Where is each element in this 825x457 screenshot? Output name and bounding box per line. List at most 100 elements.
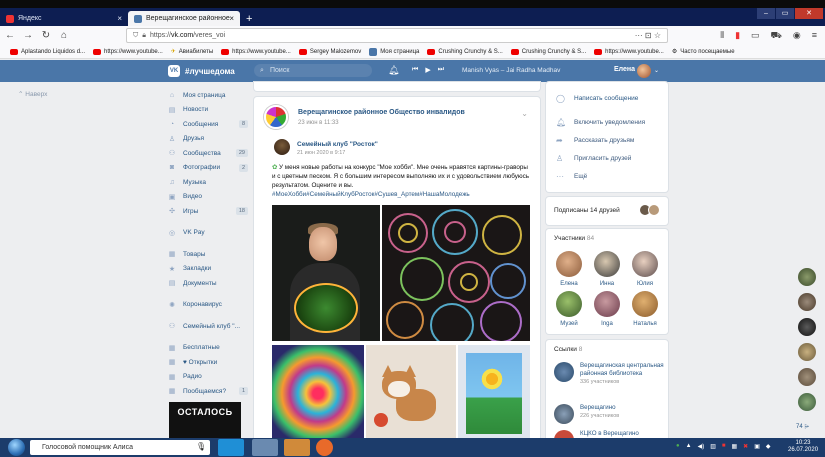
- post-hashtags[interactable]: #МоеХобби#СемейныйКлубРосток#Сушев_Артем…: [272, 191, 470, 198]
- url-bar[interactable]: ⛉ 🔒︎ https://vk.com/veres_voi ··· ⊡ ☆: [126, 28, 668, 43]
- avatar[interactable]: [798, 293, 816, 311]
- sidebar-item-chat-app[interactable]: ▦ Пообщаемся? 1: [168, 384, 248, 399]
- member-item[interactable]: Елена: [552, 251, 586, 287]
- sidebar-item-cards[interactable]: ▦ ♥ Открытки: [168, 355, 248, 370]
- links-title[interactable]: Ссылки 8: [554, 346, 582, 353]
- bookmark-item[interactable]: Sergey Malozemov: [298, 48, 361, 55]
- members-title[interactable]: Участники 84: [554, 235, 594, 242]
- photo-scratch-art-roses[interactable]: [382, 205, 530, 341]
- close-window-button[interactable]: ✕: [795, 8, 823, 19]
- sidebar-item-communities[interactable]: ⚇ Сообщества 29: [168, 146, 248, 161]
- tray-icon[interactable]: ✖: [743, 443, 748, 450]
- member-item[interactable]: Инна: [590, 251, 624, 287]
- tab-close-icon[interactable]: ×: [117, 14, 122, 23]
- minimize-button[interactable]: –: [757, 8, 775, 19]
- tab-yandex[interactable]: Яндекс ×: [0, 11, 128, 26]
- member-item[interactable]: Юлия: [628, 251, 662, 287]
- photo-kitten-sand-art[interactable]: [366, 345, 456, 442]
- sidebar-item-bookmarks[interactable]: ★ Закладки: [168, 262, 248, 277]
- play-icon[interactable]: ▶: [425, 66, 430, 74]
- sidebar-item-family-club[interactable]: ⚇ Семейный клуб "...: [168, 319, 248, 334]
- page-actions-icon[interactable]: ··· ⊡ ☆: [635, 31, 661, 40]
- current-track[interactable]: Manish Vyas – Jai Radha Madhav: [462, 67, 560, 74]
- sidebar-item-news[interactable]: ▤ Новости: [168, 103, 248, 118]
- bookmark-item[interactable]: ⚙ Часто посещаемые: [672, 48, 735, 56]
- next-track-icon[interactable]: ⏭: [438, 66, 444, 74]
- firefox-taskbar-icon[interactable]: [316, 439, 333, 456]
- sidebar-item-vkpay[interactable]: ◎ VK Pay: [168, 226, 248, 241]
- tray-icon[interactable]: ■: [722, 443, 726, 450]
- back-to-top-link[interactable]: ⌃ Наверх: [18, 90, 47, 98]
- club-avatar[interactable]: [274, 139, 290, 155]
- link-item[interactable]: Верещагино 226 участников: [554, 404, 664, 426]
- bookmark-item[interactable]: Моя страница: [369, 47, 419, 56]
- sidebar-item-documents[interactable]: ▤ Документы: [168, 276, 248, 291]
- chevron-down-icon[interactable]: ⌄: [521, 109, 528, 118]
- avatar[interactable]: [798, 343, 816, 361]
- tray-icon[interactable]: ◆: [766, 443, 771, 450]
- photo-boy-with-artwork[interactable]: [272, 205, 380, 341]
- skype-taskbar-icon[interactable]: [218, 439, 244, 456]
- back-arrow-icon[interactable]: ←: [4, 30, 16, 41]
- bookmark-item[interactable]: https://www.youtube...: [221, 48, 291, 55]
- account-icon[interactable]: ◉: [793, 30, 801, 42]
- sidebar-item-messages[interactable]: ◔ Сообщения 8: [168, 117, 248, 132]
- sidebar-item-goods[interactable]: ▦ Товары: [168, 247, 248, 262]
- new-tab-button[interactable]: +: [240, 11, 260, 26]
- share-with-friends-button[interactable]: ➦ Рассказать друзьям: [556, 136, 634, 145]
- avatar[interactable]: [637, 64, 651, 78]
- presentation-taskbar-icon[interactable]: [284, 439, 310, 456]
- chevron-down-icon[interactable]: ⌄: [654, 67, 659, 74]
- sidebar-item-music[interactable]: ♫ Музыка: [168, 175, 248, 190]
- sidebar-item-video[interactable]: ▣ Видео: [168, 190, 248, 205]
- maximize-button[interactable]: ▭: [776, 8, 794, 19]
- enable-notifications-button[interactable]: 🔔︎ Включить уведомления: [556, 118, 645, 127]
- user-name[interactable]: Елена: [614, 66, 635, 73]
- bookmark-item[interactable]: https://www.youtube...: [93, 48, 163, 55]
- microphone-icon[interactable]: 🎙︎: [196, 442, 206, 451]
- sidebar-item-radio[interactable]: ▦ Радио: [168, 370, 248, 385]
- group-avatar[interactable]: [264, 105, 288, 129]
- volume-icon[interactable]: ◀): [698, 443, 705, 450]
- sidebar-item-photos[interactable]: ◙ Фотографии 2: [168, 161, 248, 176]
- tab-vk-group[interactable]: Верещагинское районное Об ×: [128, 11, 240, 26]
- avatar[interactable]: [798, 368, 816, 386]
- library-icon[interactable]: ⫴: [720, 30, 724, 42]
- bookmark-item[interactable]: ✈ Авиабилеты: [171, 48, 213, 56]
- bookmark-item[interactable]: Aplastando Liquidos d...: [10, 48, 85, 55]
- sidebar-item-coronavirus[interactable]: ✺ Коронавирус: [168, 298, 248, 313]
- photo-flower-sand-art[interactable]: [458, 345, 530, 442]
- menu-icon[interactable]: ≡: [812, 30, 817, 42]
- club-name-link[interactable]: Семейный клуб "Росток": [297, 141, 378, 148]
- reload-icon[interactable]: ↻: [40, 30, 52, 41]
- network-icon[interactable]: ▥: [710, 443, 716, 450]
- post-date[interactable]: 23 июн в 11:33: [298, 120, 339, 126]
- tray-icon[interactable]: ●: [676, 443, 680, 450]
- member-item[interactable]: Наталья: [628, 291, 662, 327]
- forward-arrow-icon[interactable]: →: [22, 30, 34, 41]
- invite-friends-button[interactable]: ♙ Пригласить друзей: [556, 154, 631, 163]
- bookmark-item[interactable]: Crushing Crunchy & S...: [510, 48, 586, 55]
- group-name-link[interactable]: Верещагинское районное Общество инвалидо…: [298, 109, 465, 116]
- sidebar-item-free[interactable]: ▦ Бесплатные: [168, 341, 248, 356]
- online-count[interactable]: 74 ⩥: [796, 424, 809, 431]
- avatar[interactable]: [798, 393, 816, 411]
- friends-subscribed-card[interactable]: Подписаны 14 друзей: [546, 197, 668, 225]
- sidebar-item-games[interactable]: ✣ Игры 18: [168, 204, 248, 219]
- sidebar-item-my-page[interactable]: ⌂ Моя страница: [168, 88, 248, 103]
- tray-icon[interactable]: ▦: [732, 443, 738, 450]
- bookmark-item[interactable]: https://www.youtube...: [594, 48, 664, 55]
- more-button[interactable]: ··· Ещё: [556, 172, 587, 181]
- write-message-button[interactable]: ◯ Написать сообщение: [556, 94, 638, 103]
- tab-close-icon[interactable]: ×: [229, 14, 234, 23]
- avatar[interactable]: [798, 318, 816, 336]
- alisa-assistant-input[interactable]: Голосовой помощник Алиса: [30, 440, 210, 455]
- system-clock[interactable]: 10:23 26.07.2020: [788, 440, 818, 454]
- bookmark-item[interactable]: Crushing Crunchy & S...: [427, 48, 503, 55]
- tray-icon[interactable]: ▣: [754, 443, 760, 450]
- repost-date[interactable]: 21 июн 2020 в 9:17: [297, 150, 345, 156]
- search-input[interactable]: ⌕ Поиск: [254, 64, 372, 77]
- member-item[interactable]: Inga: [590, 291, 624, 327]
- file-manager-taskbar-icon[interactable]: [252, 439, 278, 456]
- cart-icon[interactable]: ⛟: [771, 30, 782, 42]
